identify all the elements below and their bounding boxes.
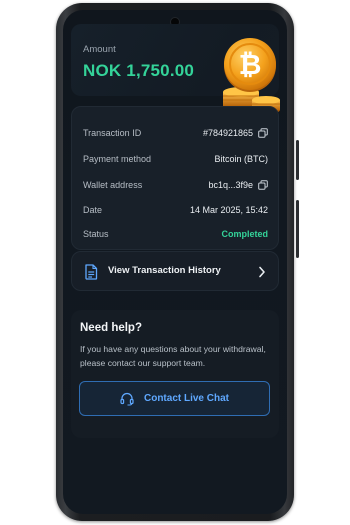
svg-text:₿: ₿ (239, 48, 262, 81)
phone-power-button (296, 140, 299, 180)
page: Amount NOK 1,750.00 ₿ Transaction ID #78… (0, 0, 350, 525)
phone-volume-button (296, 200, 299, 258)
copy-icon[interactable] (258, 128, 268, 138)
copy-icon[interactable] (258, 180, 268, 190)
payment-method-row: Payment method Bitcoin (BTC) (83, 150, 268, 168)
date-label: Date (83, 205, 103, 215)
status-row: Status Completed (83, 225, 268, 243)
amount-card: Amount NOK 1,750.00 ₿ (71, 24, 280, 114)
status-label: Status (83, 229, 109, 239)
date-value: 14 Mar 2025, 15:42 (189, 205, 268, 215)
payment-method-value: Bitcoin (BTC) (214, 154, 268, 164)
document-icon (85, 264, 98, 280)
bitcoin-coins-icon: ₿ (223, 38, 280, 114)
headset-icon (120, 392, 134, 406)
chevron-right-icon (259, 266, 265, 278)
amount-value: NOK 1,750.00 (83, 61, 195, 80)
contact-live-chat-button[interactable]: Contact Live Chat (79, 381, 270, 416)
amount-label: Amount (83, 44, 116, 55)
transaction-id-row: Transaction ID #784921865 (83, 124, 268, 142)
wallet-address-row: Wallet address bc1q...3f9e (83, 176, 268, 194)
transaction-details-card: Transaction ID #784921865 Payment method… (71, 106, 279, 250)
view-history-button[interactable]: View Transaction History (71, 251, 279, 291)
wallet-address-value: bc1q...3f9e (208, 180, 253, 190)
help-card: Need help? If you have any questions abo… (71, 310, 279, 438)
help-title: Need help? (80, 322, 142, 334)
payment-method-label: Payment method (83, 154, 152, 164)
help-text: If you have any questions about your wit… (80, 344, 266, 368)
wallet-address-label: Wallet address (83, 180, 143, 190)
contact-live-chat-label: Contact Live Chat (143, 393, 229, 404)
view-history-label: View Transaction History (108, 265, 221, 276)
status-badge: Completed (221, 229, 268, 239)
transaction-id-value: #784921865 (202, 128, 253, 138)
date-row: Date 14 Mar 2025, 15:42 (83, 201, 268, 219)
withdrawal-screen: Amount NOK 1,750.00 ₿ Transaction ID #78… (63, 10, 287, 514)
transaction-id-label: Transaction ID (83, 128, 142, 138)
